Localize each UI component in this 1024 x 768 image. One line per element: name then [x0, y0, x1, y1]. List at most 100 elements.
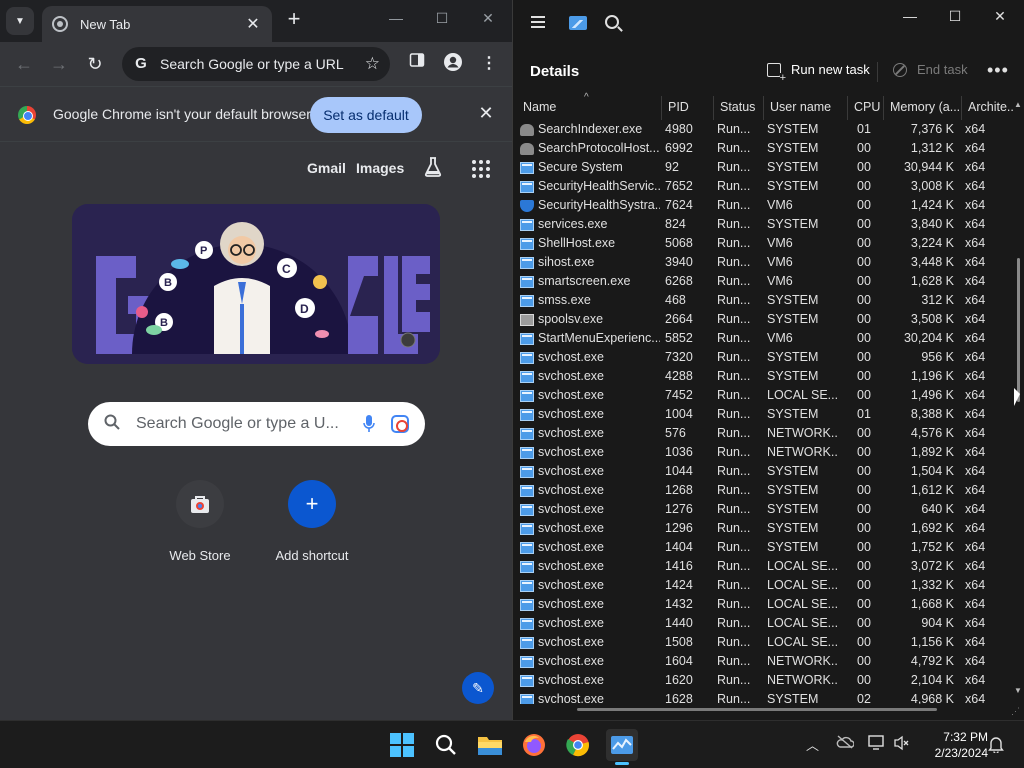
- bookmark-star-icon[interactable]: ☆: [365, 54, 380, 74]
- column-header-cpu[interactable]: CPU: [847, 96, 883, 120]
- table-row[interactable]: Secure System 92 Run... SYSTEM 00 30,944 K x64: [517, 158, 1013, 177]
- new-tab-button[interactable]: +: [282, 8, 306, 32]
- table-row[interactable]: svchost.exe 7452 Run... LOCAL SE... 00 1,496 …: [517, 386, 1013, 405]
- table-row[interactable]: SecurityHealthSystra... 7624 Run... VM6 00 1,…: [517, 196, 1013, 215]
- gmail-link[interactable]: Gmail: [307, 160, 346, 176]
- hamburger-menu-icon[interactable]: [531, 16, 545, 28]
- tab-close-button[interactable]: ✕: [244, 14, 262, 34]
- network-icon[interactable]: [868, 735, 886, 754]
- shortcut-add[interactable]: + Add shortcut: [262, 480, 362, 563]
- table-row[interactable]: svchost.exe 1620 Run... NETWORK... 00 2,104 K…: [517, 671, 1013, 690]
- forward-arrow-icon[interactable]: →: [47, 52, 71, 76]
- ntp-search-input[interactable]: Search Google or type a U...: [136, 415, 351, 433]
- scroll-down-arrow-icon[interactable]: ▼: [1014, 686, 1022, 695]
- close-window-button[interactable]: ✕: [478, 10, 498, 27]
- table-row[interactable]: svchost.exe 1404 Run... SYSTEM 00 1,752 K x64: [517, 538, 1013, 557]
- table-row[interactable]: svchost.exe 1432 Run... LOCAL SE... 00 1,668 …: [517, 595, 1013, 614]
- start-button[interactable]: [386, 729, 418, 761]
- omnibox-input[interactable]: Search Google or type a URL: [160, 56, 365, 72]
- scrollbar-thumb[interactable]: [1017, 258, 1020, 402]
- side-panel-icon[interactable]: [405, 52, 429, 76]
- process-name-cell: svchost.exe: [520, 557, 660, 576]
- table-row[interactable]: svchost.exe 1296 Run... SYSTEM 00 1,692 K x64: [517, 519, 1013, 538]
- back-arrow-icon[interactable]: ←: [12, 52, 36, 76]
- onedrive-cloud-icon[interactable]: [836, 735, 855, 752]
- maximize-button[interactable]: ☐: [945, 8, 965, 25]
- windows-logo-icon: [390, 733, 414, 757]
- table-row[interactable]: svchost.exe 1276 Run... SYSTEM 00 640 K x64: [517, 500, 1013, 519]
- table-row[interactable]: smss.exe 468 Run... SYSTEM 00 312 K x64: [517, 291, 1013, 310]
- table-row[interactable]: services.exe 824 Run... SYSTEM 00 3,840 K x64: [517, 215, 1013, 234]
- images-link[interactable]: Images: [356, 160, 404, 176]
- tab-search-button[interactable]: ▼: [6, 7, 34, 35]
- volume-muted-icon[interactable]: [894, 735, 910, 754]
- table-row[interactable]: SecurityHealthServic... 7652 Run... SYSTEM 0…: [517, 177, 1013, 196]
- column-header-architecture[interactable]: Archite...: [961, 96, 1013, 120]
- table-row[interactable]: svchost.exe 4288 Run... SYSTEM 00 1,196 K x64: [517, 367, 1013, 386]
- reload-icon[interactable]: ↻: [83, 52, 107, 76]
- table-row[interactable]: svchost.exe 7320 Run... SYSTEM 00 956 K x64: [517, 348, 1013, 367]
- system-clock[interactable]: 7:32 PM 2/23/2024: [916, 729, 988, 761]
- ntp-search-box[interactable]: Search Google or type a U...: [88, 402, 425, 446]
- maximize-button[interactable]: ☐: [432, 10, 452, 27]
- table-row[interactable]: svchost.exe 1416 Run... LOCAL SE... 00 3,072 …: [517, 557, 1013, 576]
- table-row[interactable]: SearchProtocolHost.... 6992 Run... SYSTEM 00…: [517, 139, 1013, 158]
- table-row[interactable]: smartscreen.exe 6268 Run... VM6 00 1,628 K x64: [517, 272, 1013, 291]
- customize-chrome-pencil-icon[interactable]: ✎: [462, 672, 494, 704]
- column-header-memory[interactable]: Memory (a...: [883, 96, 961, 120]
- table-row[interactable]: svchost.exe 1268 Run... SYSTEM 00 1,612 K x64: [517, 481, 1013, 500]
- status-cell: Run...: [717, 578, 751, 592]
- more-options-icon[interactable]: •••: [987, 60, 1009, 81]
- set-as-default-button[interactable]: Set as default: [310, 97, 422, 133]
- tab-new-tab[interactable]: New Tab ✕: [42, 6, 272, 42]
- table-row[interactable]: svchost.exe 1004 Run... SYSTEM 01 8,388 K x64: [517, 405, 1013, 424]
- table-row[interactable]: svchost.exe 576 Run... NETWORK... 00 4,576 K x…: [517, 424, 1013, 443]
- shortcut-web-store[interactable]: Web Store: [150, 480, 250, 563]
- table-row[interactable]: StartMenuExperienc... 5852 Run... VM6 00 30,2…: [517, 329, 1013, 348]
- scroll-up-arrow-icon[interactable]: ▲: [1014, 100, 1022, 109]
- end-task-button[interactable]: End task: [893, 62, 968, 77]
- horizontal-scrollbar[interactable]: [577, 708, 937, 711]
- minimize-button[interactable]: —: [900, 8, 920, 24]
- table-row[interactable]: svchost.exe 1036 Run... NETWORK... 00 1,892 K…: [517, 443, 1013, 462]
- microphone-icon[interactable]: [363, 414, 375, 434]
- column-header-user[interactable]: User name: [763, 96, 847, 120]
- google-lens-icon[interactable]: [391, 415, 409, 433]
- table-row[interactable]: SearchIndexer.exe 4980 Run... SYSTEM 01 7,376…: [517, 120, 1013, 139]
- taskbar-search-icon[interactable]: [430, 729, 462, 761]
- resize-grip-icon[interactable]: ⋰: [1011, 706, 1020, 717]
- infobar-close-button[interactable]: ✕: [476, 103, 496, 124]
- table-row[interactable]: svchost.exe 1044 Run... SYSTEM 00 1,504 K x64: [517, 462, 1013, 481]
- kebab-menu-icon[interactable]: ⋮: [477, 52, 501, 76]
- profile-avatar-icon[interactable]: [441, 52, 465, 76]
- file-explorer-icon[interactable]: [474, 729, 506, 761]
- notification-bell-icon[interactable]: [988, 735, 1004, 756]
- table-row[interactable]: svchost.exe 1628 Run... SYSTEM 02 4,968 K x64: [517, 690, 1013, 704]
- firefox-icon[interactable]: [518, 729, 550, 761]
- table-row[interactable]: svchost.exe 1604 Run... NETWORK... 00 4,792 K…: [517, 652, 1013, 671]
- column-header-pid[interactable]: PID: [661, 96, 713, 120]
- google-apps-icon[interactable]: [470, 158, 492, 180]
- pid-cell: 7320: [665, 350, 693, 364]
- minimize-button[interactable]: —: [386, 10, 406, 26]
- search-icon[interactable]: [605, 15, 619, 29]
- close-window-button[interactable]: ✕: [990, 8, 1010, 25]
- process-app-icon: [520, 598, 534, 611]
- google-doodle[interactable]: B P C D B: [72, 204, 440, 364]
- table-row[interactable]: ShellHost.exe 5068 Run... VM6 00 3,224 K x64: [517, 234, 1013, 253]
- chrome-taskbar-icon[interactable]: [562, 729, 594, 761]
- table-row[interactable]: svchost.exe 1508 Run... LOCAL SE... 00 1,156 …: [517, 633, 1013, 652]
- omnibox[interactable]: G Search Google or type a URL ☆: [122, 47, 390, 81]
- table-row[interactable]: spoolsv.exe 2664 Run... SYSTEM 00 3,508 K x64: [517, 310, 1013, 329]
- table-row[interactable]: svchost.exe 1424 Run... LOCAL SE... 00 1,332 …: [517, 576, 1013, 595]
- show-hidden-icons-chevron-icon[interactable]: ︿: [806, 735, 819, 754]
- run-new-task-button[interactable]: Run new task: [767, 62, 870, 83]
- column-header-name[interactable]: Name: [517, 96, 661, 120]
- table-row[interactable]: svchost.exe 1440 Run... LOCAL SE... 00 904 K x…: [517, 614, 1013, 633]
- shortcut-label: Web Store: [169, 548, 231, 563]
- table-row[interactable]: sihost.exe 3940 Run... VM6 00 3,448 K x64: [517, 253, 1013, 272]
- status-cell: Run...: [717, 635, 751, 649]
- column-header-status[interactable]: Status: [713, 96, 763, 120]
- task-manager-taskbar-icon[interactable]: [606, 729, 638, 765]
- labs-flask-icon[interactable]: [422, 156, 444, 180]
